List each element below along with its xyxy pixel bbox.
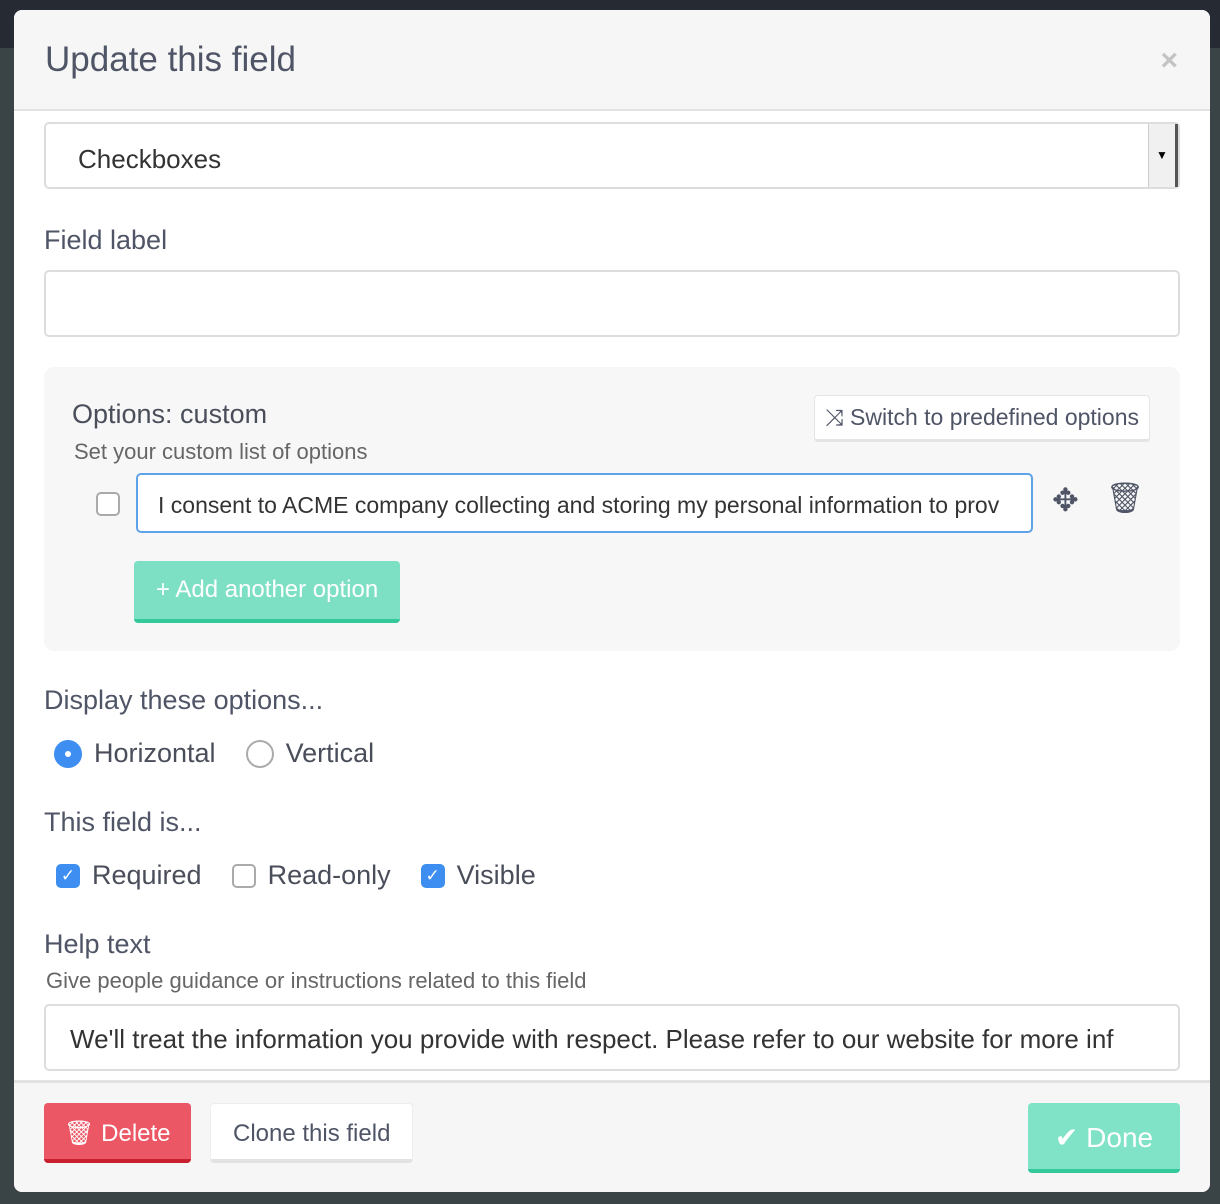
check-icon: ✔ xyxy=(1054,1122,1079,1153)
visible-label: Visible xyxy=(456,860,536,890)
clone-button[interactable]: Clone this field xyxy=(210,1103,414,1163)
delete-label: Delete xyxy=(101,1120,171,1147)
options-title: Options: custom xyxy=(72,399,268,429)
required-label: Required xyxy=(92,860,202,890)
chevron-down-icon: ▼ xyxy=(1148,124,1178,187)
radio-vertical[interactable] xyxy=(245,739,274,768)
display-heading: Display these options... xyxy=(44,685,324,715)
option-checkbox[interactable] xyxy=(96,492,120,516)
field-type-select[interactable]: Checkboxes ▼ xyxy=(44,122,1180,189)
help-text-heading: Help text xyxy=(44,929,151,959)
help-text-input[interactable]: We'll treat the information you provide … xyxy=(44,1004,1180,1071)
readonly-checkbox[interactable] xyxy=(231,863,256,888)
done-label: Done xyxy=(1086,1122,1154,1153)
add-option-button[interactable]: + Add another option xyxy=(134,561,401,623)
trash-icon[interactable]: 🗑 xyxy=(1106,481,1144,516)
modal-title: Update this field xyxy=(45,40,296,79)
update-field-modal: Update this field × Checkboxes ▼ Field la… xyxy=(14,10,1210,1192)
option-input[interactable]: I consent to ACME company collecting and… xyxy=(136,473,1033,533)
options-subtitle: Set your custom list of options xyxy=(74,439,368,464)
field-label-heading: Field label xyxy=(44,225,168,255)
radio-horizontal[interactable] xyxy=(54,739,82,768)
shuffle-icon: ⤨ xyxy=(825,404,844,430)
visible-checkbox[interactable]: ✓ xyxy=(420,863,445,888)
radio-horizontal-label: Horizontal xyxy=(94,738,216,768)
readonly-label: Read-only xyxy=(267,860,391,890)
delete-button[interactable]: 🗑 Delete xyxy=(44,1103,191,1163)
modal-header: Update this field × xyxy=(14,10,1210,111)
options-panel: Options: custom Set your custom list of … xyxy=(44,367,1180,651)
field-label-input[interactable] xyxy=(44,270,1180,337)
modal-footer: 🗑 Delete Clone this field ✔ Done xyxy=(14,1080,1210,1192)
trash-icon: 🗑 xyxy=(64,1120,95,1147)
switch-predefined-button[interactable]: ⤨ Switch to predefined options xyxy=(814,395,1150,442)
help-text-subtitle: Give people guidance or instructions rel… xyxy=(46,968,587,993)
field-is-heading: This field is... xyxy=(44,807,202,837)
required-checkbox[interactable]: ✓ xyxy=(56,863,80,888)
done-button[interactable]: ✔ Done xyxy=(1028,1103,1180,1173)
close-icon[interactable]: × xyxy=(1160,44,1178,78)
field-type-value: Checkboxes xyxy=(78,144,222,174)
move-icon[interactable]: ✥ xyxy=(1052,481,1079,519)
switch-label: Switch to predefined options xyxy=(850,404,1139,430)
radio-vertical-label: Vertical xyxy=(285,738,375,768)
